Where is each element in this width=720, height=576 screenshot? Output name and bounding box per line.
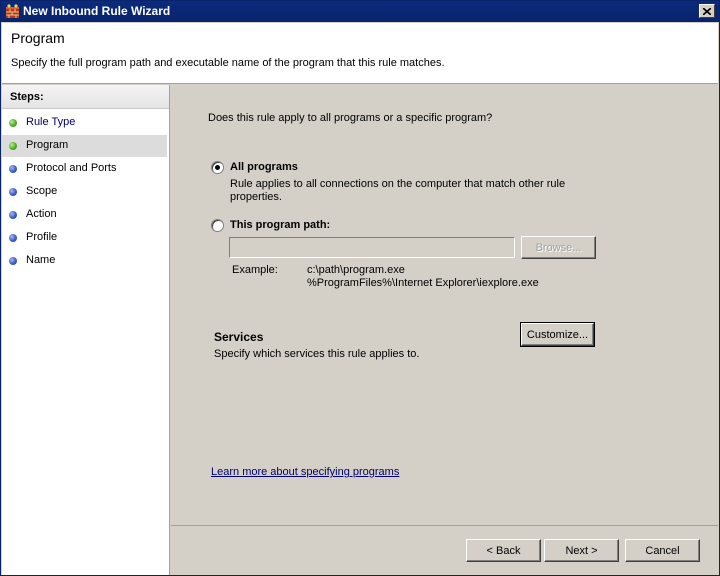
title-bar[interactable]: New Inbound Rule Wizard: [1, 1, 719, 22]
wizard-window: New Inbound Rule Wizard Program Specify …: [0, 0, 720, 576]
back-button[interactable]: < Back: [466, 539, 541, 562]
program-path-input[interactable]: [229, 237, 515, 258]
wizard-footer: < Back Next > Cancel: [171, 525, 718, 575]
step-pending-icon: [9, 188, 17, 196]
cancel-button[interactable]: Cancel: [625, 539, 700, 562]
all-programs-description: Rule applies to all connections on the c…: [230, 178, 566, 203]
program-path-radio[interactable]: [211, 219, 224, 232]
learn-more-link[interactable]: Learn more about specifying programs: [211, 466, 399, 478]
steps-pane: Steps: Rule Type Program Protocol and Po…: [2, 85, 170, 575]
main-panel: Does this rule apply to all programs or …: [171, 85, 718, 525]
example-line-1: c:\path\program.exe: [307, 264, 405, 276]
close-button[interactable]: [699, 4, 715, 18]
all-programs-radio[interactable]: [211, 161, 224, 174]
example-label: Example:: [232, 264, 278, 276]
steps-heading-label: Steps:: [10, 91, 44, 103]
step-name: Name: [2, 250, 167, 272]
step-label: Rule Type: [26, 116, 76, 128]
next-button[interactable]: Next >: [544, 539, 619, 562]
step-scope: Scope: [2, 181, 167, 203]
step-action: Action: [2, 204, 167, 226]
example-values: c:\path\program.exe %ProgramFiles%\Inter…: [307, 264, 539, 290]
window-title: New Inbound Rule Wizard: [23, 4, 171, 18]
step-profile: Profile: [2, 227, 167, 249]
step-label: Name: [26, 254, 56, 266]
step-pending-icon: [9, 234, 17, 242]
firewall-icon: [5, 4, 20, 19]
step-label: Action: [26, 208, 57, 220]
page-title: Program: [11, 30, 65, 46]
step-label: Profile: [26, 231, 58, 243]
step-pending-icon: [9, 165, 17, 173]
scope-question: Does this rule apply to all programs or …: [208, 112, 493, 124]
step-pending-icon: [9, 257, 17, 265]
program-path-label[interactable]: This program path:: [230, 219, 330, 231]
browse-button[interactable]: Browse...: [521, 236, 596, 259]
services-description: Specify which services this rule applies…: [214, 348, 420, 360]
steps-heading: Steps:: [2, 85, 169, 109]
step-rule-type[interactable]: Rule Type: [2, 112, 167, 134]
step-current-icon: [9, 142, 17, 150]
example-line-2: %ProgramFiles%\Internet Explorer\iexplor…: [307, 277, 539, 289]
all-programs-label[interactable]: All programs: [230, 161, 298, 173]
page-subtitle: Specify the full program path and execut…: [11, 57, 445, 69]
step-program: Program: [2, 135, 167, 157]
page-header: Program Specify the full program path an…: [2, 23, 718, 84]
customize-button[interactable]: Customize...: [520, 322, 595, 347]
step-protocol-and-ports: Protocol and Ports: [2, 158, 167, 180]
services-title: Services: [214, 330, 264, 344]
close-icon: [703, 7, 711, 15]
step-label: Protocol and Ports: [26, 162, 117, 174]
step-pending-icon: [9, 211, 17, 219]
step-label: Program: [26, 139, 69, 151]
step-complete-icon: [9, 119, 17, 127]
step-label: Scope: [26, 185, 58, 197]
